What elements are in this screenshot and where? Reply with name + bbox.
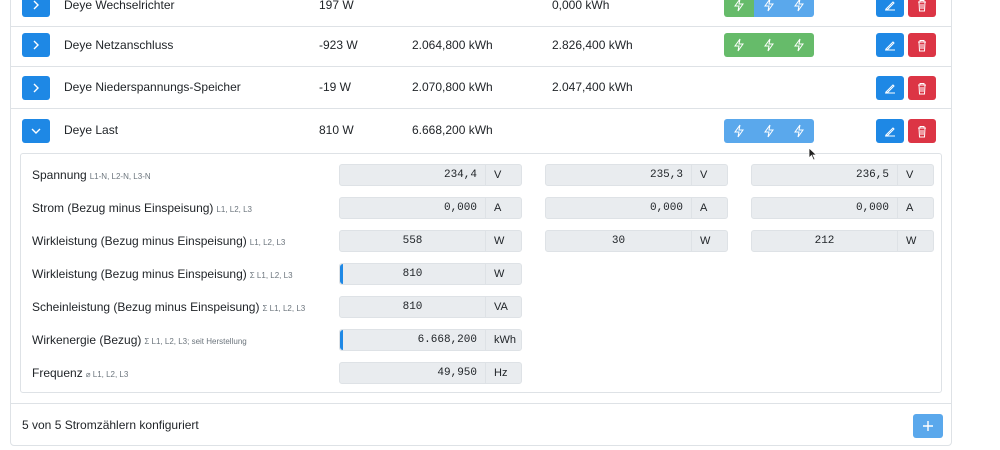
lightning-icon[interactable] (724, 33, 754, 57)
phase-button-group[interactable] (724, 33, 814, 57)
detail-row-wirkleistung: Wirkleistung (Bezug minus Einspeisung) L1… (21, 229, 941, 253)
mouse-cursor-icon (808, 147, 818, 161)
lightning-icon[interactable] (724, 0, 754, 17)
meter-row: Deye Niederspannungs-Speicher -19 W 2.07… (10, 67, 952, 109)
meter-row: Deye Last 810 W 6.668,200 kWh (10, 110, 952, 152)
value-field-sum: 6.668,200 kWh (339, 329, 522, 351)
meter-energy-export: 2.826,400 kWh (552, 38, 633, 52)
value-field-l3: 212 W (751, 230, 934, 252)
detail-label: Spannung (32, 168, 87, 182)
phase-button-group[interactable] (724, 0, 814, 17)
edit-button[interactable] (876, 0, 904, 17)
detail-sublabel: L1-N, L2-N, L3-N (89, 172, 151, 181)
lightning-icon[interactable] (754, 119, 784, 143)
meter-energy-import: 2.070,800 kWh (412, 80, 493, 94)
delete-button[interactable] (908, 0, 936, 17)
meter-name: Deye Last (64, 123, 119, 137)
detail-row-spannung: Spannung L1-N, L2-N, L3-N 234,4 V 235,3 V 2… (21, 163, 941, 187)
card-footer: 5 von 5 Stromzählern konfiguriert (10, 403, 952, 446)
meter-power: 810 W (319, 123, 354, 137)
lightning-icon[interactable] (754, 0, 784, 17)
level-indicator (340, 330, 343, 350)
detail-sublabel: ⌀ L1, L2, L3 (85, 370, 129, 379)
detail-row-wirkenergie: Wirkenergie (Bezug) Σ L1, L2, L3; seit He… (21, 328, 941, 352)
trash-icon (918, 39, 926, 51)
chevron-right-icon (33, 40, 39, 50)
pencil-icon (885, 127, 895, 137)
delete-button[interactable] (908, 33, 936, 57)
meter-row: Deye Wechselrichter 197 W 0,000 kWh (10, 0, 952, 27)
pencil-icon (885, 1, 895, 11)
add-meter-button[interactable] (913, 414, 943, 438)
lightning-icon[interactable] (784, 0, 814, 17)
meter-count-text: 5 von 5 Stromzählern konfiguriert (22, 418, 199, 432)
detail-row-frequenz: Frequenz ⌀ L1, L2, L3 49,950 Hz (21, 361, 941, 385)
value-field-sum: 49,950 Hz (339, 362, 522, 384)
lightning-icon[interactable] (784, 119, 814, 143)
trash-icon (918, 125, 926, 137)
value-field-l2: 0,000 A (545, 197, 728, 219)
level-indicator (340, 264, 343, 284)
expand-button[interactable] (22, 0, 50, 17)
detail-sublabel: Σ L1, L2, L3 (249, 271, 293, 280)
value-field-l3: 236,5 V (751, 164, 934, 186)
collapse-button[interactable] (22, 119, 50, 143)
trash-icon (918, 0, 926, 11)
value-field-l1: 234,4 V (339, 164, 522, 186)
delete-button[interactable] (908, 76, 936, 100)
value-field-l3: 0,000 A (751, 197, 934, 219)
detail-label: Wirkleistung (Bezug minus Einspeisung) (32, 234, 247, 248)
meter-name: Deye Netzanschluss (64, 38, 174, 52)
edit-button[interactable] (876, 33, 904, 57)
detail-label: Wirkleistung (Bezug minus Einspeisung) (32, 267, 247, 281)
detail-sublabel: L1, L2, L3 (249, 238, 286, 247)
detail-label: Scheinleistung (Bezug minus Einspeisung) (32, 300, 260, 314)
expand-button[interactable] (22, 76, 50, 100)
detail-sublabel: Σ L1, L2, L3 (262, 304, 306, 313)
value-field-sum: 810 W (339, 263, 522, 285)
meter-power: -923 W (319, 38, 358, 52)
detail-label: Frequenz (32, 366, 83, 380)
value-field-l1: 0,000 A (339, 197, 522, 219)
detail-sublabel: L1, L2, L3 (216, 205, 253, 214)
phase-button-group[interactable] (724, 119, 814, 143)
detail-label: Wirkenergie (Bezug) (32, 333, 142, 347)
pencil-icon (885, 84, 895, 94)
lightning-icon[interactable] (724, 119, 754, 143)
meter-energy-export: 2.047,400 kWh (552, 80, 633, 94)
meter-details-panel: Spannung L1-N, L2-N, L3-N 234,4 V 235,3 V 2… (20, 153, 942, 393)
detail-sublabel: Σ L1, L2, L3; seit Herstellung (144, 337, 247, 346)
chevron-right-icon (33, 0, 39, 10)
meter-energy-import: 2.064,800 kWh (412, 38, 493, 52)
meter-energy-export: 0,000 kWh (552, 0, 610, 12)
detail-row-wirkleistung-sum: Wirkleistung (Bezug minus Einspeisung) Σ … (21, 262, 941, 286)
lightning-icon[interactable] (754, 33, 784, 57)
meter-row: Deye Netzanschluss -923 W 2.064,800 kWh … (10, 25, 952, 67)
meter-name: Deye Wechselrichter (64, 0, 175, 12)
plus-icon (923, 421, 933, 431)
edit-button[interactable] (876, 119, 904, 143)
lightning-icon[interactable] (784, 33, 814, 57)
detail-label: Strom (Bezug minus Einspeisung) (32, 201, 214, 215)
value-field-sum: 810 VA (339, 296, 522, 318)
chevron-right-icon (33, 83, 39, 93)
trash-icon (918, 82, 926, 94)
expand-button[interactable] (22, 33, 50, 57)
edit-button[interactable] (876, 76, 904, 100)
meter-energy-import: 6.668,200 kWh (412, 123, 493, 137)
value-field-l2: 235,3 V (545, 164, 728, 186)
chevron-down-icon (31, 128, 41, 134)
value-field-l1: 558 W (339, 230, 522, 252)
value-field-l2: 30 W (545, 230, 728, 252)
meter-power: 197 W (319, 0, 354, 12)
detail-row-scheinleistung: Scheinleistung (Bezug minus Einspeisung)… (21, 295, 941, 319)
detail-row-strom: Strom (Bezug minus Einspeisung) L1, L2, L… (21, 196, 941, 220)
meter-power: -19 W (319, 80, 352, 94)
delete-button[interactable] (908, 119, 936, 143)
meter-name: Deye Niederspannungs-Speicher (64, 80, 241, 94)
pencil-icon (885, 41, 895, 51)
